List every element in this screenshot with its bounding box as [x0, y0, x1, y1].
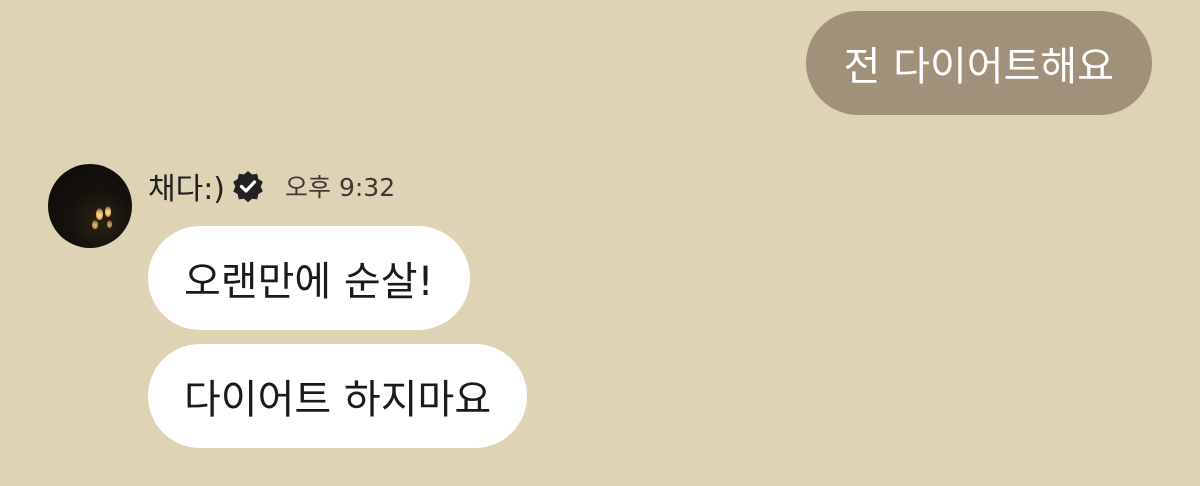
avatar[interactable]: [48, 164, 132, 248]
outgoing-message-bubble[interactable]: 전 다이어트해요: [805, 11, 1152, 115]
incoming-message-bubble[interactable]: 오랜만에 순살!: [148, 226, 470, 330]
message-timestamp: 오후 9:32: [285, 173, 396, 202]
message-text: 오랜만에 순살!: [184, 259, 434, 305]
message-text: 전 다이어트해요: [843, 44, 1114, 90]
verified-badge-icon: [231, 169, 265, 203]
incoming-message-bubble[interactable]: 다이어트 하지마요: [148, 344, 528, 448]
chat-area: 전 다이어트해요 채다:) 오후 9:32 오랜만에 순살! 다이어트 하지마요: [0, 0, 1200, 486]
sender-name[interactable]: 채다:): [148, 164, 225, 208]
message-text: 다이어트 하지마요: [184, 377, 492, 423]
sender-header: 채다:) 오후 9:32: [148, 164, 395, 208]
